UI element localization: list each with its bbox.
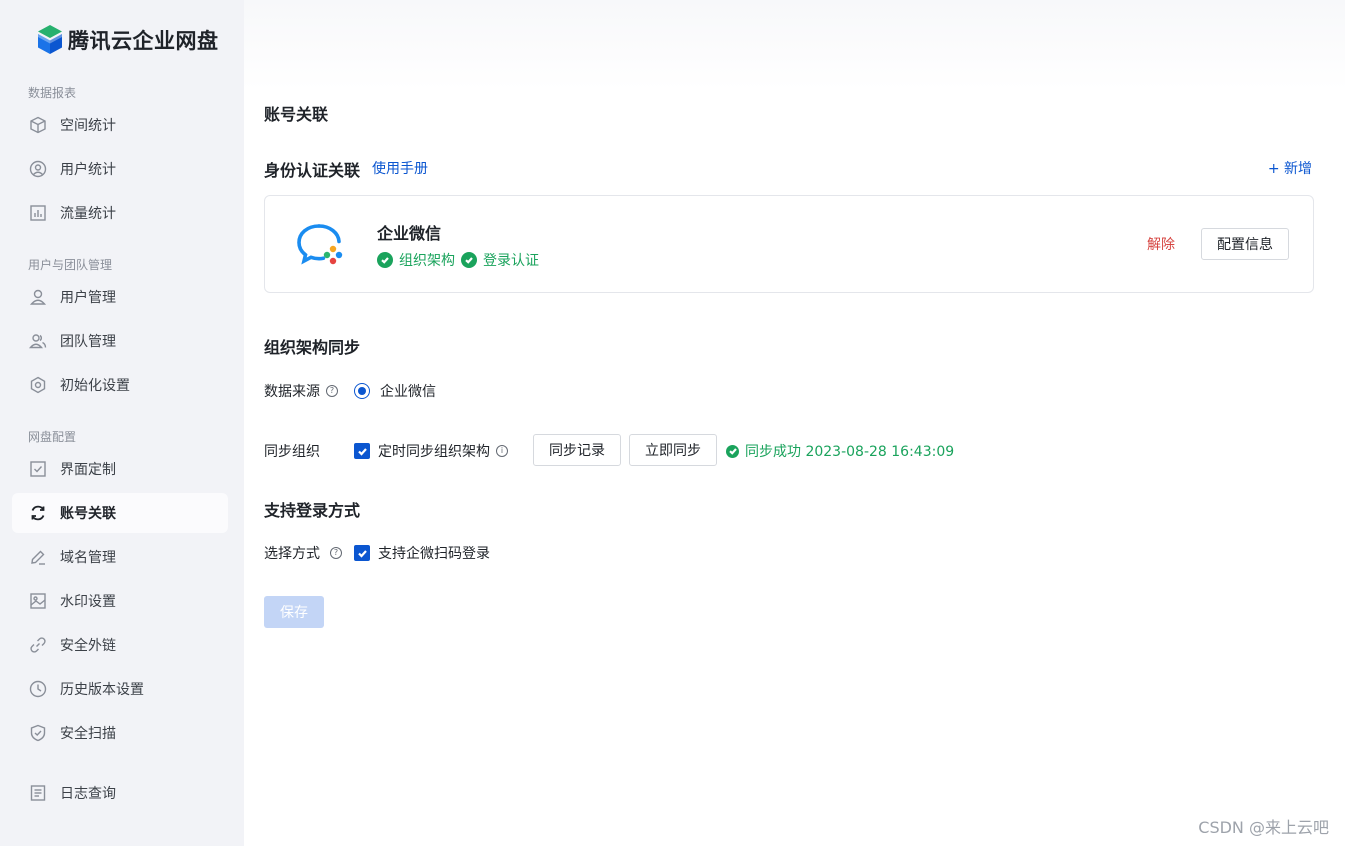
- tag-label: 组织架构: [399, 253, 455, 269]
- checkbox-square-icon: [28, 459, 48, 479]
- tag-login-auth: 登录认证: [461, 250, 539, 270]
- user-manual-link[interactable]: 使用手册: [372, 158, 428, 178]
- sidebar-item-label: 安全外链: [60, 638, 116, 654]
- sidebar-item-label: 空间统计: [60, 118, 116, 134]
- help-icon[interactable]: ?: [330, 547, 342, 559]
- user-circle-icon: [28, 159, 48, 179]
- user-icon: [28, 287, 48, 307]
- sidebar-item-watermark[interactable]: 水印设置: [12, 581, 228, 621]
- save-button[interactable]: 保存: [264, 596, 324, 628]
- sidebar-item-label: 用户管理: [60, 290, 116, 306]
- sidebar-item-account-link[interactable]: 账号关联: [12, 493, 228, 533]
- group-title-user-team: 用户与团队管理: [28, 258, 113, 272]
- help-icon[interactable]: ?: [326, 385, 338, 397]
- sidebar-item-init-settings[interactable]: 初始化设置: [12, 365, 228, 405]
- wecom-logo-icon: [289, 212, 353, 276]
- data-source-label-text: 数据来源: [264, 384, 320, 400]
- login-section-title: 支持登录方式: [264, 501, 361, 520]
- wecom-tags: 组织架构 登录认证: [377, 250, 545, 270]
- sidebar-item-label: 域名管理: [60, 550, 116, 566]
- clock-icon: [28, 679, 48, 699]
- add-new-link[interactable]: + 新增: [1268, 158, 1312, 178]
- sidebar-item-label: 日志查询: [60, 786, 116, 802]
- checkbox-label: 支持企微扫码登录: [378, 546, 490, 562]
- sidebar-item-secure-link[interactable]: 安全外链: [12, 625, 228, 665]
- sidebar-item-team-management[interactable]: 团队管理: [12, 321, 228, 361]
- sidebar-item-label: 用户统计: [60, 162, 116, 178]
- sidebar-item-traffic-stats[interactable]: 流量统计: [12, 193, 228, 233]
- edit-icon: [28, 547, 48, 567]
- wecom-card: 企业微信 组织架构 登录认证 解除 配置信息: [264, 195, 1314, 293]
- sidebar-item-user-stats[interactable]: 用户统计: [12, 149, 228, 189]
- remove-link[interactable]: 解除: [1147, 234, 1175, 254]
- sidebar-item-label: 流量统计: [60, 206, 116, 222]
- checkbox-checked-icon: [354, 443, 370, 459]
- source-radio-wecom[interactable]: 企业微信: [354, 381, 436, 401]
- sync-history-button[interactable]: 同步记录: [533, 434, 621, 466]
- config-info-button[interactable]: 配置信息: [1201, 228, 1289, 260]
- sync-icon: [28, 503, 48, 523]
- page-title: 账号关联: [264, 105, 329, 124]
- group-title-drive-config: 网盘配置: [28, 430, 77, 444]
- qr-login-checkbox[interactable]: 支持企微扫码登录: [354, 543, 490, 563]
- watermark: CSDN @来上云吧: [1198, 818, 1329, 837]
- image-icon: [28, 591, 48, 611]
- sidebar-item-label: 历史版本设置: [60, 682, 144, 698]
- team-icon: [28, 331, 48, 351]
- wecom-name: 企业微信: [377, 224, 442, 243]
- main-content: 账号关联 身份认证关联 使用手册 + 新增 企业微信 组织架构 登录认证 解除 …: [244, 0, 1345, 846]
- sidebar-item-space-stats[interactable]: 空间统计: [12, 105, 228, 145]
- org-sync-section-title: 组织架构同步: [264, 338, 361, 357]
- radio-label: 企业微信: [380, 384, 436, 400]
- sync-now-button[interactable]: 立即同步: [629, 434, 717, 466]
- check-circle-icon: [461, 252, 477, 268]
- sidebar-item-label: 安全扫描: [60, 726, 116, 742]
- cube-icon: [28, 115, 48, 135]
- info-icon[interactable]: i: [496, 445, 508, 457]
- tag-org-structure: 组织架构: [377, 250, 455, 270]
- check-circle-icon: [726, 444, 739, 458]
- sidebar-item-label: 账号关联: [60, 506, 116, 522]
- sidebar-item-log-query[interactable]: 日志查询: [12, 773, 228, 813]
- checkbox-label: 定时同步组织架构: [378, 444, 490, 460]
- sidebar-item-label: 水印设置: [60, 594, 116, 610]
- sidebar-item-ui-customization[interactable]: 界面定制: [12, 449, 228, 489]
- login-method-label: 选择方式 ?: [264, 543, 342, 563]
- sync-org-label: 同步组织: [264, 444, 320, 460]
- sidebar-item-domain-management[interactable]: 域名管理: [12, 537, 228, 577]
- bar-chart-icon: [28, 203, 48, 223]
- app-name: 腾讯云企业网盘: [68, 29, 219, 53]
- sidebar-item-user-management[interactable]: 用户管理: [12, 277, 228, 317]
- shield-icon: [28, 723, 48, 743]
- sync-status-text: 同步成功 2023-08-28 16:43:09: [745, 444, 955, 460]
- checkbox-checked-icon: [354, 545, 370, 561]
- tag-label: 登录认证: [483, 253, 539, 269]
- sidebar-item-label: 团队管理: [60, 334, 116, 350]
- sync-status: 同步成功 2023-08-28 16:43:09: [726, 441, 954, 461]
- identity-section-title: 身份认证关联: [264, 161, 361, 180]
- data-source-label: 数据来源 ?: [264, 381, 338, 401]
- sidebar-item-label: 初始化设置: [60, 378, 130, 394]
- sidebar-item-label: 界面定制: [60, 462, 116, 478]
- sidebar-item-version-history[interactable]: 历史版本设置: [12, 669, 228, 709]
- group-title-reports: 数据报表: [28, 86, 77, 100]
- link-icon: [28, 635, 48, 655]
- scheduled-sync-checkbox[interactable]: 定时同步组织架构 i: [354, 441, 508, 461]
- check-circle-icon: [377, 252, 393, 268]
- sidebar: 腾讯云企业网盘 数据报表 空间统计 用户统计 流量统计 用户与团队管理 用户管理…: [0, 0, 244, 846]
- document-icon: [28, 783, 48, 803]
- brand[interactable]: 腾讯云企业网盘: [36, 24, 219, 56]
- radio-selected-icon: [354, 383, 370, 399]
- sidebar-item-security-scan[interactable]: 安全扫描: [12, 713, 228, 753]
- tencent-cloud-drive-logo-icon: [38, 25, 62, 54]
- hexagon-settings-icon: [28, 375, 48, 395]
- login-method-label-text: 选择方式: [264, 546, 320, 562]
